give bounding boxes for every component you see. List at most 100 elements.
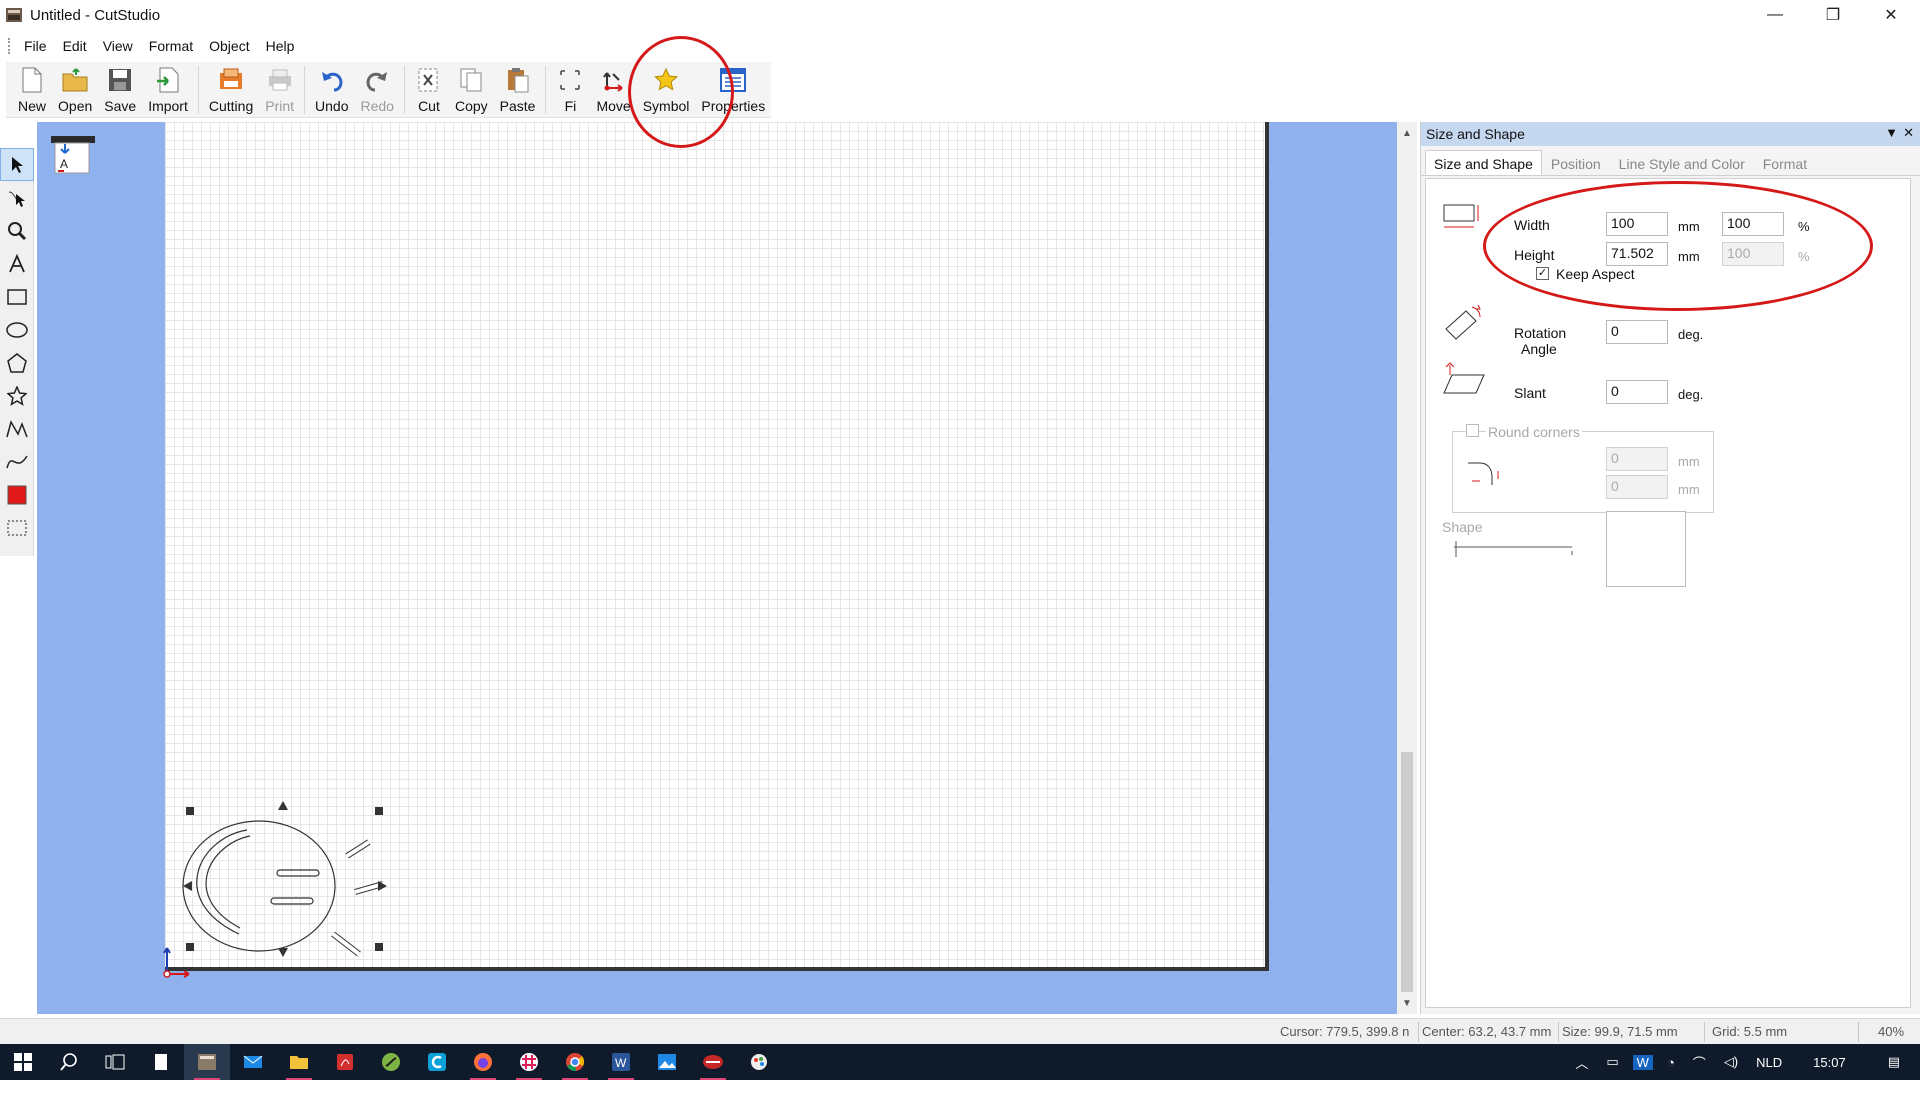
- paste-button[interactable]: Paste: [494, 62, 542, 118]
- status-cursor: Cursor: 779.5, 399.8 n: [1280, 1024, 1410, 1039]
- taskbar-notepad[interactable]: [138, 1044, 184, 1080]
- import-button[interactable]: Import: [142, 62, 194, 118]
- size-and-shape-panel: Size and Shape ▼ ✕ Size and Shape Positi…: [1420, 122, 1920, 1014]
- menu-grip: [8, 38, 10, 54]
- copy-button[interactable]: Copy: [449, 62, 494, 118]
- zoom-tool[interactable]: [0, 214, 34, 247]
- panel-tabs: Size and Shape Position Line Style and C…: [1421, 150, 1920, 176]
- size-rectangle-icon: [1443, 204, 1479, 228]
- curve-tool[interactable]: [0, 445, 34, 478]
- drawing-canvas-area[interactable]: A: [37, 122, 1397, 1014]
- fit-button[interactable]: Fi: [550, 62, 590, 118]
- plotter-app-icon: [703, 1055, 723, 1069]
- menu-help[interactable]: Help: [258, 38, 303, 54]
- paper-sheet[interactable]: [163, 122, 1269, 978]
- paint-app-icon: [751, 1054, 767, 1070]
- search-button[interactable]: [46, 1044, 92, 1080]
- scroll-down-icon[interactable]: ▼: [1397, 994, 1417, 1012]
- menu-bar: File Edit View Format Object Help: [0, 34, 1920, 58]
- taskbar-photos[interactable]: [644, 1044, 690, 1080]
- tray-battery-icon[interactable]: ▭: [1597, 1054, 1627, 1070]
- taskbar-slack[interactable]: [506, 1044, 552, 1080]
- scroll-up-icon[interactable]: ▲: [1397, 124, 1417, 142]
- tray-wifi-icon[interactable]: ⌒: [1684, 1053, 1715, 1072]
- maximize-button[interactable]: ❐: [1804, 0, 1862, 30]
- tab-size-and-shape[interactable]: Size and Shape: [1425, 150, 1542, 175]
- start-button[interactable]: [0, 1044, 46, 1080]
- redo-icon: [363, 66, 391, 94]
- edit-points-tool[interactable]: [0, 181, 34, 214]
- task-view-icon: [105, 1054, 125, 1070]
- text-tool[interactable]: [0, 247, 34, 280]
- notifications-icon[interactable]: ▤: [1868, 1054, 1920, 1070]
- fill-color-tool[interactable]: [0, 478, 34, 511]
- taskbar-mail[interactable]: [230, 1044, 276, 1080]
- shape-preview-box: [1606, 511, 1686, 587]
- panel-close-icon[interactable]: ✕: [1903, 125, 1914, 141]
- save-button[interactable]: Save: [98, 62, 142, 118]
- panel-dropdown-icon[interactable]: ▼: [1885, 125, 1898, 140]
- move-icon: [600, 66, 628, 94]
- annotation-circle-move: [628, 36, 734, 148]
- menu-view[interactable]: View: [95, 38, 141, 54]
- fill-color-icon: [7, 485, 27, 504]
- close-button[interactable]: ✕: [1862, 0, 1920, 30]
- windows-taskbar: W ︿ ▭ W ◔ ⌒ ◁) NLD 15:07 ▤: [0, 1044, 1920, 1080]
- pdf-icon: [337, 1054, 353, 1070]
- taskbar-chrome[interactable]: [552, 1044, 598, 1080]
- tray-app-w-icon[interactable]: W: [1632, 1054, 1653, 1070]
- rotation-unit: deg.: [1678, 327, 1704, 342]
- tray-volume-icon[interactable]: ◁): [1715, 1054, 1747, 1070]
- import-icon: [154, 66, 182, 94]
- new-button[interactable]: New: [12, 62, 52, 118]
- status-bar: Cursor: 779.5, 399.8 n Center: 63.2, 43.…: [0, 1018, 1920, 1044]
- windows-logo-icon: [14, 1053, 32, 1071]
- taskbar-app-green[interactable]: [368, 1044, 414, 1080]
- cut-button[interactable]: Cut: [409, 62, 449, 118]
- open-button[interactable]: Open: [52, 62, 98, 118]
- canvas-vertical-scrollbar[interactable]: ▲ ▼: [1397, 122, 1417, 1014]
- polygon-tool[interactable]: [0, 346, 34, 379]
- taskbar-app-paint[interactable]: [736, 1044, 782, 1080]
- tray-chevron-up-icon[interactable]: ︿: [1566, 1053, 1597, 1072]
- menu-object[interactable]: Object: [201, 38, 257, 54]
- cutting-button[interactable]: Cutting: [203, 62, 259, 118]
- crop-marks-tool[interactable]: [0, 511, 34, 544]
- taskbar-acrobat[interactable]: [322, 1044, 368, 1080]
- taskbar-app-c[interactable]: [414, 1044, 460, 1080]
- menu-format[interactable]: Format: [141, 38, 201, 54]
- menu-file[interactable]: File: [16, 38, 55, 54]
- tray-language[interactable]: NLD: [1747, 1055, 1791, 1070]
- c-app-icon: [428, 1053, 446, 1071]
- slant-input[interactable]: 0: [1606, 380, 1668, 404]
- redo-button[interactable]: Redo: [355, 62, 400, 118]
- chrome-icon: [566, 1053, 585, 1072]
- tray-clock[interactable]: 15:07: [1791, 1055, 1868, 1070]
- taskbar-cutstudio[interactable]: [184, 1044, 230, 1080]
- magnifier-icon: [8, 221, 27, 240]
- rotation-angle-input[interactable]: 0: [1606, 320, 1668, 344]
- taskbar-app-plotter[interactable]: [690, 1044, 736, 1080]
- tab-line-style-and-color[interactable]: Line Style and Color: [1610, 150, 1754, 175]
- print-button[interactable]: Print: [259, 62, 300, 118]
- origin-axis-marker: [163, 947, 190, 978]
- tab-format[interactable]: Format: [1754, 150, 1816, 175]
- tray-network-icon[interactable]: ◔: [1658, 1055, 1684, 1070]
- minimize-button[interactable]: —: [1746, 0, 1804, 30]
- task-view-button[interactable]: [92, 1044, 138, 1080]
- rectangle-tool[interactable]: [0, 280, 34, 313]
- taskbar-file-explorer[interactable]: [276, 1044, 322, 1080]
- ellipse-tool[interactable]: [0, 313, 34, 346]
- select-tool[interactable]: [0, 148, 34, 181]
- selected-drawing[interactable]: [165, 800, 405, 970]
- taskbar-word[interactable]: W: [598, 1044, 644, 1080]
- polyline-tool[interactable]: [0, 412, 34, 445]
- cutter-sheet-icon[interactable]: A: [49, 128, 97, 176]
- scroll-thumb[interactable]: [1401, 752, 1413, 992]
- tab-position[interactable]: Position: [1542, 150, 1610, 175]
- star-tool[interactable]: [0, 379, 34, 412]
- menu-edit[interactable]: Edit: [55, 38, 95, 54]
- undo-button[interactable]: Undo: [309, 62, 354, 118]
- taskbar-firefox[interactable]: [460, 1044, 506, 1080]
- round-corners-input-1: 0: [1606, 447, 1668, 471]
